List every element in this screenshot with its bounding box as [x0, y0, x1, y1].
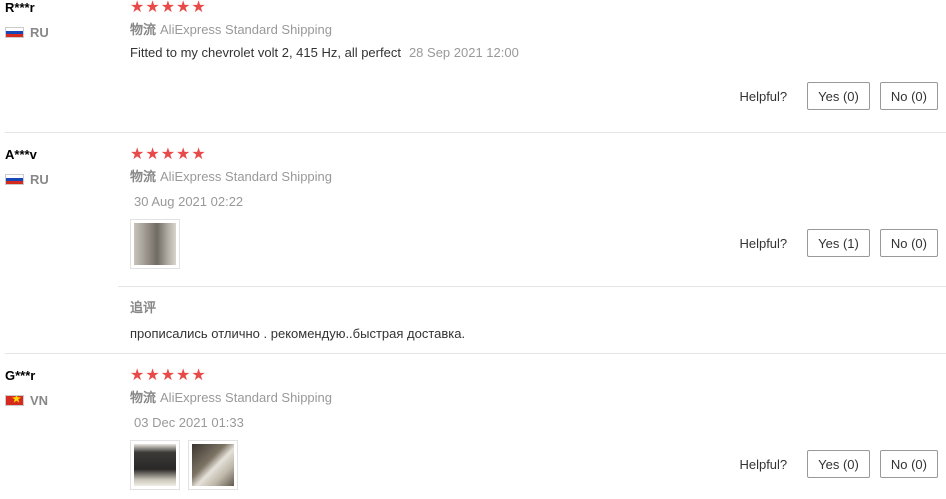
helpful-vote: Helpful? Yes (0) No (0)	[739, 82, 938, 110]
reviewer-info: R***r RU	[5, 0, 49, 40]
helpful-label: Helpful?	[739, 456, 788, 472]
reviewer-country: RU	[5, 172, 49, 187]
reviewer-name: G***r	[5, 368, 36, 383]
helpful-yes-button[interactable]: Yes (0)	[807, 82, 870, 110]
reviewer-country: RU	[5, 25, 49, 40]
shipping-name: AliExpress Standard Shipping	[160, 390, 333, 405]
review-photo-thumbnail[interactable]	[130, 440, 180, 490]
reviewer-info: G***r ★ VN	[5, 368, 48, 408]
review-divider	[5, 132, 946, 133]
shipping-method: 物流 AliExpress Standard Shipping	[130, 169, 946, 185]
helpful-no-button[interactable]: No (0)	[879, 229, 938, 257]
country-code: VN	[30, 393, 49, 408]
review-photo-thumbnail[interactable]	[130, 219, 180, 269]
star-rating: ★★★★★	[130, 367, 207, 384]
shipping-name: AliExpress Standard Shipping	[160, 22, 333, 37]
photo-image	[134, 223, 176, 265]
star-rating: ★★★★★	[130, 0, 207, 16]
review-body: ★★★★★ 物流 AliExpress Standard Shipping Fit…	[130, 0, 946, 62]
country-code: RU	[30, 25, 49, 40]
review-date: 03 Dec 2021 01:33	[134, 415, 244, 430]
followup-label: 追评	[130, 300, 157, 315]
shipping-name: AliExpress Standard Shipping	[160, 169, 333, 184]
russia-flag-icon	[5, 174, 24, 185]
helpful-label: Helpful?	[739, 235, 788, 251]
review-text-row: Fitted to my chevrolet volt 2, 415 Hz, a…	[130, 44, 946, 62]
review-date: 30 Aug 2021 02:22	[134, 194, 244, 209]
helpful-vote: Helpful? Yes (0) No (0)	[739, 450, 938, 478]
helpful-no-button[interactable]: No (0)	[879, 82, 938, 110]
shipping-label: 物流	[130, 22, 157, 37]
star-rating: ★★★★★	[130, 146, 207, 163]
review-text: Fitted to my chevrolet volt 2, 415 Hz, a…	[130, 45, 401, 60]
helpful-label: Helpful?	[739, 88, 788, 104]
photo-image	[134, 444, 176, 486]
reviewer-country: ★ VN	[5, 393, 48, 408]
followup-section: 追评 прописались отлично . рекомендую..быс…	[130, 297, 946, 343]
reviewer-name: A***v	[5, 147, 37, 162]
followup-divider	[118, 286, 946, 287]
shipping-method: 物流 AliExpress Standard Shipping	[130, 22, 946, 38]
review-divider	[5, 353, 946, 354]
reviewer-name: R***r	[5, 0, 35, 15]
shipping-method: 物流 AliExpress Standard Shipping	[130, 390, 946, 406]
shipping-label: 物流	[130, 390, 157, 405]
shipping-label: 物流	[130, 169, 157, 184]
helpful-yes-button[interactable]: Yes (1)	[807, 229, 870, 257]
reviewer-info: A***v RU	[5, 147, 49, 187]
vietnam-flag-icon: ★	[5, 395, 24, 406]
helpful-yes-button[interactable]: Yes (0)	[807, 450, 870, 478]
helpful-no-button[interactable]: No (0)	[879, 450, 938, 478]
helpful-vote: Helpful? Yes (1) No (0)	[739, 229, 938, 257]
review-photo-thumbnail[interactable]	[188, 440, 238, 490]
country-code: RU	[30, 172, 49, 187]
review-date: 28 Sep 2021 12:00	[408, 45, 519, 60]
photo-image	[192, 444, 234, 486]
followup-text: прописались отлично . рекомендую..быстра…	[130, 326, 466, 341]
russia-flag-icon	[5, 27, 24, 38]
